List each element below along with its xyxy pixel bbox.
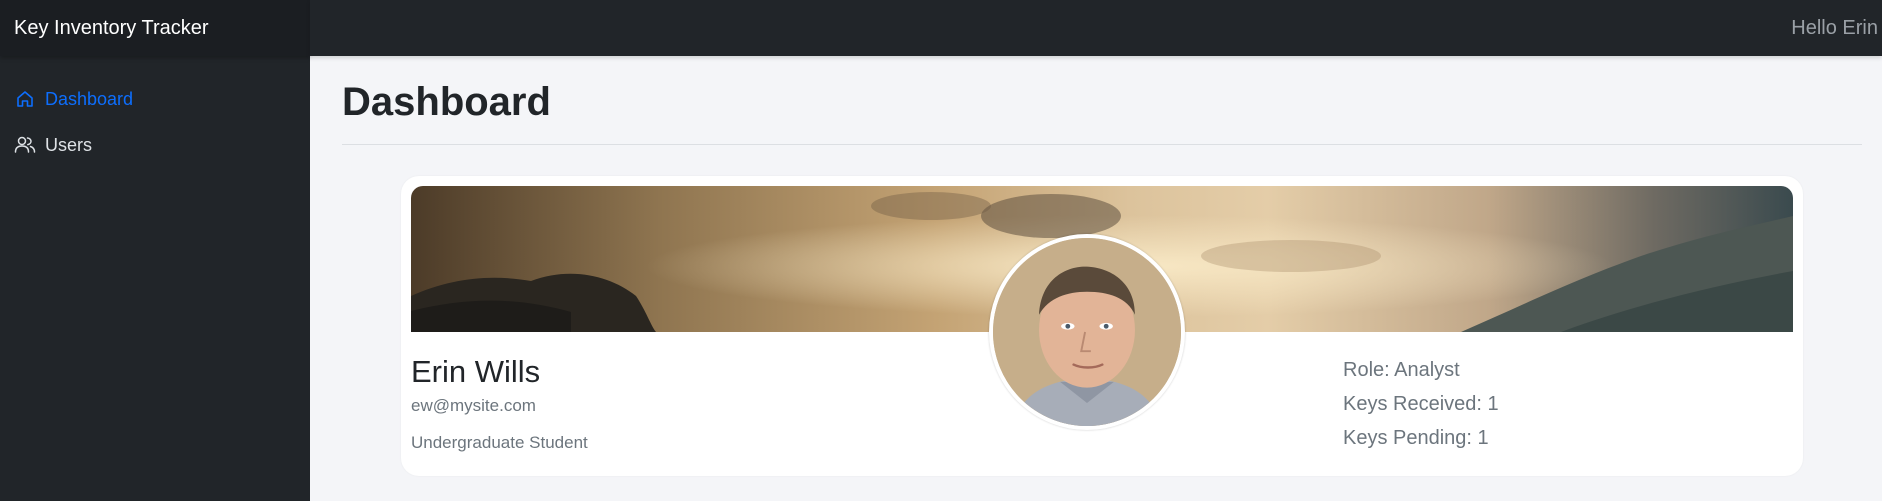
profile-stats: Role: Analyst Keys Received: 1 Keys Pend… (1343, 358, 1499, 460)
role-label: Role: Analyst (1343, 359, 1460, 381)
profile-card: Erin Wills ew@mysite.com Undergraduate S… (401, 176, 1803, 476)
keys-pending-label: Keys Pending: 1 (1343, 427, 1489, 449)
sidebar-item-users[interactable]: Users (0, 122, 310, 168)
top-navbar: Hello Erin (310, 0, 1882, 56)
main-content: Dashboard Erin Wills ew@mysite.com Under… (310, 56, 1882, 501)
home-icon (14, 88, 36, 110)
profile-occupation: Undergraduate Student (411, 433, 588, 452)
profile-email: ew@mysite.com (411, 396, 536, 415)
profile-name: Erin Wills (411, 354, 541, 389)
sidebar-nav: Dashboard Users (0, 56, 310, 168)
page-title: Dashboard (342, 80, 551, 124)
user-greeting[interactable]: Hello Erin (1791, 0, 1878, 56)
profile-avatar (989, 234, 1185, 430)
sidebar-item-dashboard[interactable]: Dashboard (0, 76, 310, 122)
sidebar: Key Inventory Tracker Dashboard Users (0, 0, 310, 501)
sidebar-item-label: Users (45, 134, 93, 155)
divider (342, 144, 1862, 145)
keys-received-label: Keys Received: 1 (1343, 393, 1499, 415)
app-title[interactable]: Key Inventory Tracker (0, 0, 310, 56)
users-icon (14, 134, 36, 156)
sidebar-item-label: Dashboard (45, 88, 134, 109)
